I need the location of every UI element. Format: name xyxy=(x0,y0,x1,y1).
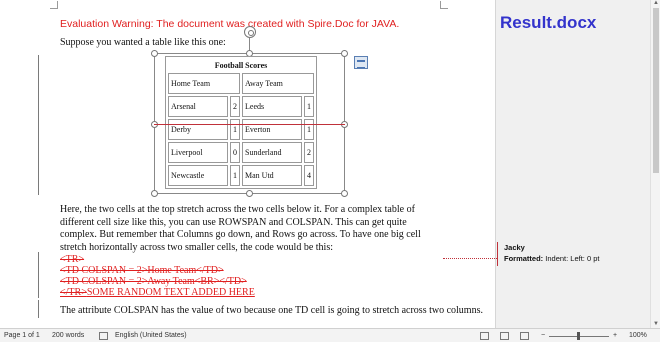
deleted-line: <TR> xyxy=(60,254,85,265)
scroll-down-icon[interactable]: ▼ xyxy=(652,321,660,328)
resize-handle[interactable] xyxy=(341,190,348,197)
table-header-row: Home Team Away Team xyxy=(168,73,314,94)
deleted-line: <TD COLSPAN = 2>Home Team</TD> xyxy=(60,265,224,276)
print-layout-icon[interactable] xyxy=(500,332,509,340)
table-cell[interactable]: 1 xyxy=(304,119,314,140)
markup-margin-pane xyxy=(495,0,650,328)
comment-author: Jacky xyxy=(504,243,525,252)
table-row: Newcastle 1 Man Utd 4 xyxy=(168,165,314,186)
evaluation-warning: Evaluation Warning: The document was cre… xyxy=(60,18,400,30)
intro-paragraph[interactable]: Suppose you wanted a table like this one… xyxy=(60,37,445,50)
web-layout-icon[interactable] xyxy=(520,332,529,340)
change-bar xyxy=(38,252,39,298)
body-paragraph[interactable]: Here, the two cells at the top stretch a… xyxy=(60,204,445,254)
zoom-slider-thumb[interactable] xyxy=(577,332,580,340)
table-cell[interactable]: 1 xyxy=(230,119,240,140)
mixed-change-line: </TR>SOME RANDOM TEXT ADDED HERE xyxy=(60,287,255,298)
scrollbar-thumb[interactable] xyxy=(653,8,659,173)
table-cell[interactable]: 2 xyxy=(304,142,314,163)
header-cell-away[interactable]: Away Team xyxy=(242,73,314,94)
table-cell[interactable]: Everton xyxy=(242,119,302,140)
football-scores-table[interactable]: Football Scores Home Team Away Team Arse… xyxy=(165,56,317,189)
revision-line xyxy=(154,124,345,125)
rotate-handle-icon[interactable] xyxy=(244,26,256,38)
revision-balloon[interactable]: Jacky Formatted: Indent: Left: 0 pt xyxy=(497,242,645,266)
page-corner-mark xyxy=(440,1,448,9)
zoom-in-icon[interactable]: + xyxy=(613,332,617,339)
inserted-text: SOME RANDOM TEXT ADDED HERE xyxy=(86,287,255,298)
table-cell[interactable]: Arsenal xyxy=(168,96,228,117)
word-count[interactable]: 200 words xyxy=(52,332,84,339)
deleted-text: </TR> xyxy=(60,287,87,298)
table-cell[interactable]: 4 xyxy=(304,165,314,186)
layout-options-icon[interactable] xyxy=(354,56,368,69)
change-bar xyxy=(38,55,39,195)
table-cell[interactable]: 1 xyxy=(304,96,314,117)
comment-connector xyxy=(443,258,497,259)
deleted-line: <TD COLSPAN = 2>Away Team<BR></TD> xyxy=(60,276,247,287)
table-row: Liverpool 0 Sunderland 2 xyxy=(168,142,314,163)
table-cell[interactable]: Man Utd xyxy=(242,165,302,186)
read-mode-icon[interactable] xyxy=(480,332,489,340)
language-indicator[interactable]: English (United States) xyxy=(115,332,187,339)
proofing-icon[interactable] xyxy=(99,332,108,340)
comment-text: Indent: Left: 0 pt xyxy=(545,254,600,263)
table-cell[interactable]: 2 xyxy=(230,96,240,117)
zoom-level[interactable]: 100% xyxy=(629,332,647,339)
result-filename: Result.docx xyxy=(500,13,597,32)
table-title: Football Scores xyxy=(214,60,268,70)
vertical-scrollbar[interactable]: ▲ ▼ xyxy=(650,0,660,328)
table-row: Derby 1 Everton 1 xyxy=(168,119,314,140)
table-cell[interactable]: 1 xyxy=(230,165,240,186)
scroll-up-icon[interactable]: ▲ xyxy=(652,0,660,7)
table-row: Arsenal 2 Leeds 1 xyxy=(168,96,314,117)
change-bar xyxy=(38,300,39,318)
resize-handle[interactable] xyxy=(341,50,348,57)
page-corner-mark xyxy=(50,1,58,9)
table-cell[interactable]: Newcastle xyxy=(168,165,228,186)
header-cell-home[interactable]: Home Team xyxy=(168,73,240,94)
comment-label: Formatted: xyxy=(504,254,544,263)
table-cell[interactable]: Liverpool xyxy=(168,142,228,163)
resize-handle[interactable] xyxy=(151,190,158,197)
page-count[interactable]: Page 1 of 1 xyxy=(4,332,40,339)
closing-paragraph[interactable]: The attribute COLSPAN has the value of t… xyxy=(60,305,483,318)
table-cell[interactable]: 0 xyxy=(230,142,240,163)
table-cell[interactable]: Derby xyxy=(168,119,228,140)
status-bar: Page 1 of 1 200 words English (United St… xyxy=(0,328,660,342)
resize-handle[interactable] xyxy=(246,190,253,197)
zoom-out-icon[interactable]: − xyxy=(541,332,545,339)
tracked-changes-block[interactable]: <TR> <TD COLSPAN = 2>Home Team</TD> <TD … xyxy=(60,254,255,298)
table-cell[interactable]: Leeds xyxy=(242,96,302,117)
table-cell[interactable]: Sunderland xyxy=(242,142,302,163)
resize-handle[interactable] xyxy=(151,50,158,57)
